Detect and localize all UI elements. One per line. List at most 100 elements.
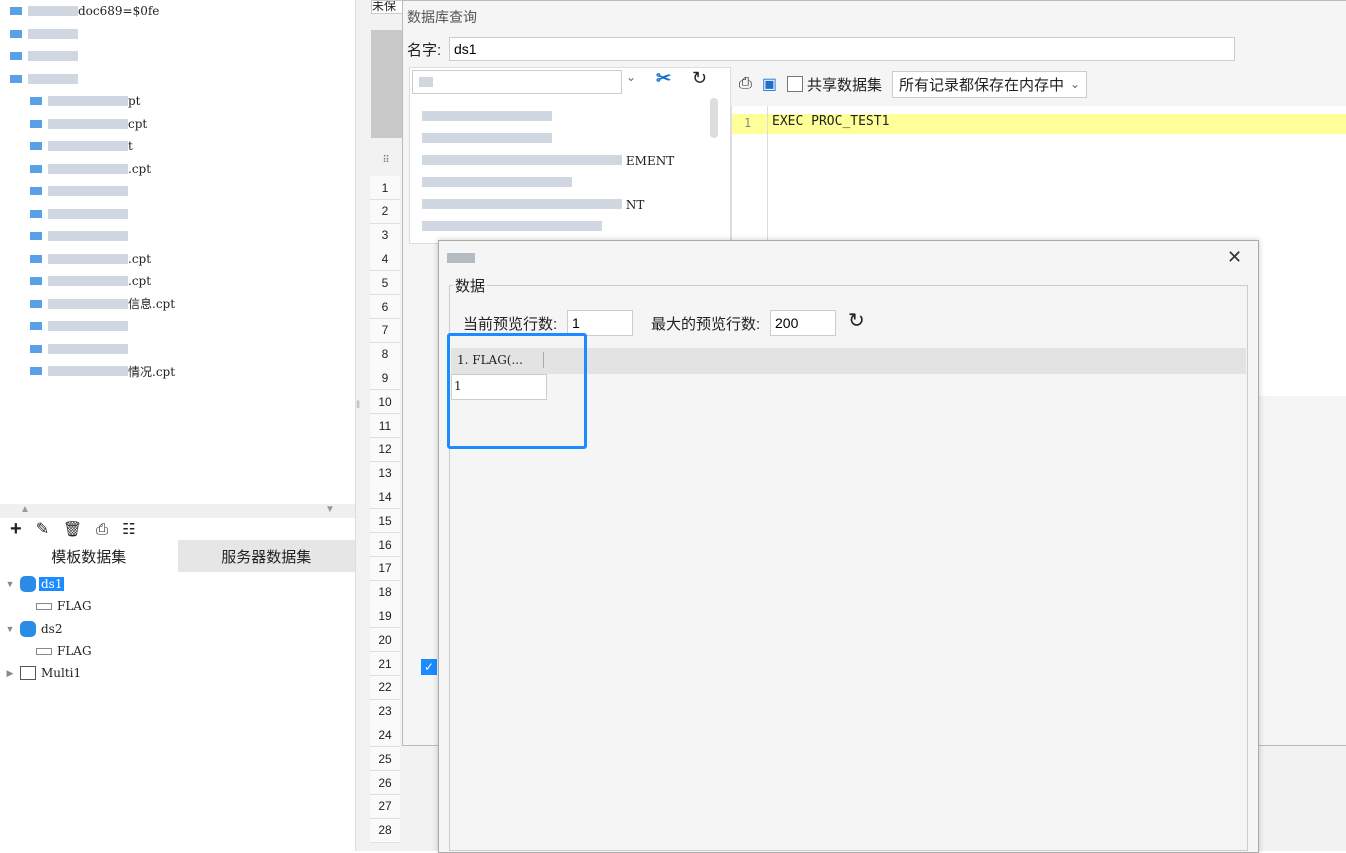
file-item[interactable] xyxy=(10,68,78,90)
tab-server-dataset[interactable]: 服务器数据集 xyxy=(177,540,355,572)
preview-icon[interactable]: ⎙ xyxy=(739,75,752,93)
redacted-text xyxy=(48,186,128,196)
memory-mode-select[interactable]: 所有记录都保存在内存中 ⌄ xyxy=(891,70,1088,98)
collapse-icon[interactable]: ▶ xyxy=(0,668,20,679)
refresh-icon[interactable]: ↻ xyxy=(848,308,865,333)
tools-icon[interactable]: ✂ xyxy=(656,68,671,89)
file-item[interactable] xyxy=(30,225,128,247)
file-item[interactable]: t xyxy=(30,135,133,157)
row-number[interactable]: 6 xyxy=(370,295,400,319)
file-item[interactable] xyxy=(30,338,128,360)
row-number[interactable]: 15 xyxy=(370,509,400,534)
preview-icon[interactable]: ⎙ xyxy=(96,521,108,538)
grid-corner-icon: ⠿ xyxy=(382,155,390,166)
expand-icon[interactable]: ▼ xyxy=(0,579,20,589)
redacted-text xyxy=(48,253,128,264)
file-label: cpt xyxy=(128,116,148,131)
share-checkbox[interactable] xyxy=(786,76,803,92)
edit-icon[interactable]: ✎ xyxy=(36,519,49,539)
redacted-text xyxy=(48,366,128,376)
row-number[interactable]: 26 xyxy=(370,771,400,795)
redacted-text xyxy=(28,28,78,39)
dataset-ds2[interactable]: ▼ ds2 xyxy=(0,618,62,640)
row-number[interactable]: 27 xyxy=(370,794,400,819)
row-number[interactable]: 12 xyxy=(370,437,400,462)
row-number[interactable]: 5 xyxy=(370,271,400,296)
file-item[interactable]: .cpt xyxy=(30,158,151,180)
collapse-down-icon[interactable]: ▼ xyxy=(325,504,335,515)
file-item[interactable]: .cpt xyxy=(30,270,151,292)
row-number[interactable]: 25 xyxy=(370,747,400,772)
save-icon[interactable]: ▣ xyxy=(762,74,777,94)
row-number[interactable]: 9 xyxy=(370,366,400,391)
row-number[interactable]: 21 xyxy=(370,652,400,676)
file-item[interactable]: 信息.cpt xyxy=(30,293,175,315)
row-number[interactable]: 11 xyxy=(370,414,400,438)
datasource-select[interactable] xyxy=(412,70,622,94)
field-label: FLAG xyxy=(57,644,92,658)
redacted-text xyxy=(48,321,128,331)
row-number[interactable]: 4 xyxy=(370,247,400,272)
row-number[interactable]: 18 xyxy=(370,580,400,605)
close-icon[interactable]: ✕ xyxy=(1227,247,1242,268)
delete-icon[interactable]: 🗑 xyxy=(63,520,82,538)
redacted-text xyxy=(28,6,78,16)
file-item[interactable] xyxy=(30,203,128,225)
file-item[interactable]: cpt xyxy=(30,113,147,135)
line-number: 1 xyxy=(744,116,752,130)
checked-checkbox[interactable]: ✓ xyxy=(421,659,437,675)
row-number[interactable]: 19 xyxy=(370,604,400,629)
file-item[interactable]: .cpt xyxy=(30,248,151,270)
file-label: pt xyxy=(128,94,141,108)
file-label: .cpt xyxy=(128,274,152,288)
redacted-text xyxy=(28,51,78,61)
field-item[interactable]: FLAG xyxy=(36,595,92,617)
file-icon xyxy=(30,232,42,240)
splitter-handle[interactable]: ‖ xyxy=(356,400,360,411)
file-item[interactable]: doc689=$0fe xyxy=(10,0,159,22)
scrollbar[interactable] xyxy=(710,98,718,138)
expand-icon[interactable]: ▼ xyxy=(0,624,20,634)
field-item[interactable]: FLAG xyxy=(36,640,92,662)
redacted-text xyxy=(48,118,128,129)
file-label: .cpt xyxy=(128,251,152,266)
param-area: ✓ xyxy=(409,641,437,675)
row-number[interactable]: 7 xyxy=(370,318,400,343)
row-number[interactable]: 23 xyxy=(370,699,400,724)
file-item[interactable] xyxy=(30,180,128,202)
dataset-label: ds1 xyxy=(39,577,65,591)
file-item[interactable] xyxy=(10,45,78,67)
splitter[interactable]: ▲ ▼ xyxy=(0,504,355,518)
row-number[interactable]: 1 xyxy=(370,176,400,200)
row-number[interactable]: 22 xyxy=(370,675,400,700)
dataset-ds1[interactable]: ▼ ds1 xyxy=(0,573,65,595)
file-item[interactable] xyxy=(30,315,128,337)
file-item[interactable]: pt xyxy=(30,90,141,112)
add-dataset-icon[interactable]: + xyxy=(10,518,22,541)
row-number[interactable]: 8 xyxy=(370,342,400,367)
name-field[interactable] xyxy=(449,37,1235,61)
server-dataset-icon[interactable]: ☷ xyxy=(122,520,135,538)
max-rows-field[interactable] xyxy=(770,310,836,336)
row-number[interactable]: 10 xyxy=(370,390,400,415)
file-label: 情况.cpt xyxy=(128,364,176,379)
file-item[interactable] xyxy=(10,23,78,45)
dataset-multi1[interactable]: ▶ Multi1 xyxy=(0,662,81,684)
row-number[interactable]: 17 xyxy=(370,556,400,581)
row-number[interactable]: 13 xyxy=(370,461,400,486)
row-number[interactable]: 28 xyxy=(370,818,400,843)
row-number[interactable]: 14 xyxy=(370,485,400,510)
table-name-fragment: EMENT xyxy=(625,154,675,168)
row-number[interactable]: 16 xyxy=(370,533,400,557)
collapse-up-icon[interactable]: ▲ xyxy=(20,504,30,515)
row-number[interactable]: 24 xyxy=(370,723,400,748)
row-number[interactable]: 2 xyxy=(370,199,400,224)
template-tree-panel: doc689=$0fe pt cpt t .cpt .cpt .cpt 信息.cpt 情况.cp… xyxy=(0,0,355,851)
row-number[interactable]: 20 xyxy=(370,628,400,653)
file-icon xyxy=(30,164,42,173)
row-number[interactable]: 3 xyxy=(370,223,400,248)
file-item[interactable]: 情况.cpt xyxy=(30,360,175,382)
tab-template-dataset[interactable]: 模板数据集 xyxy=(0,540,178,572)
chevron-down-icon[interactable]: ⌄ xyxy=(626,70,636,84)
refresh-icon[interactable]: ↻ xyxy=(692,68,707,89)
